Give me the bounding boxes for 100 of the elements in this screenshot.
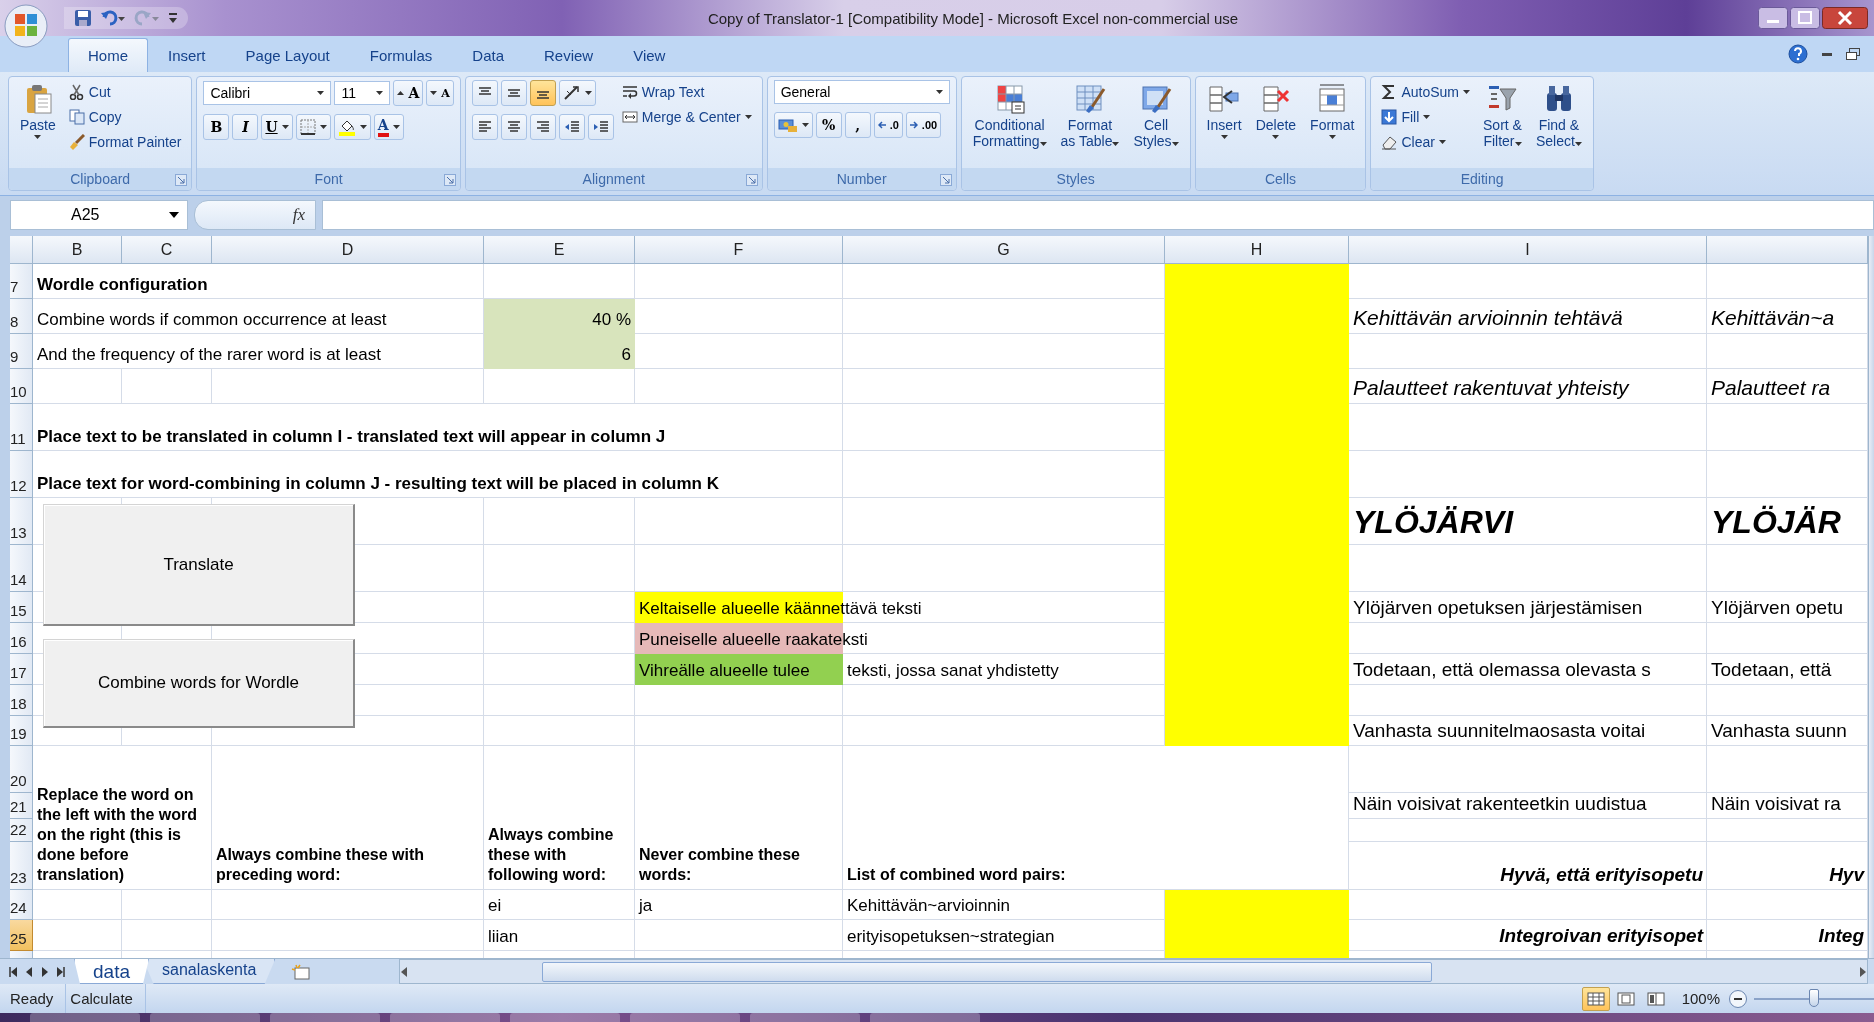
sort-filter-button[interactable]: Sort & Filter xyxy=(1478,80,1527,152)
dialog-launcher-icon[interactable] xyxy=(939,174,952,186)
column-header[interactable]: E xyxy=(484,236,635,264)
row-header[interactable]: 18 xyxy=(10,685,33,716)
row-header[interactable]: 19 xyxy=(10,716,33,746)
binoculars-button[interactable]: Find & Select xyxy=(1530,80,1587,152)
column-header[interactable]: G xyxy=(843,236,1165,264)
form-button[interactable]: Translate xyxy=(43,504,355,626)
currency-button[interactable] xyxy=(773,112,813,138)
row-header[interactable]: 25 xyxy=(10,920,33,951)
row-header[interactable]: 7 xyxy=(10,264,33,299)
redo-icon xyxy=(134,9,160,27)
ribbon-tab[interactable]: Insert xyxy=(148,38,226,72)
number-format-field[interactable]: General xyxy=(773,80,950,104)
dialog-launcher-icon[interactable] xyxy=(443,174,456,186)
sheet-tab[interactable]: data xyxy=(74,959,149,984)
orientation-button[interactable] xyxy=(558,80,596,106)
copy-button[interactable]: Copy xyxy=(64,106,186,128)
eraser-button[interactable]: Clear xyxy=(1377,131,1475,153)
row-header[interactable]: 15 xyxy=(10,592,33,623)
ribbon-tab[interactable]: Page Layout xyxy=(225,38,350,72)
row-header[interactable]: 11 xyxy=(10,404,33,451)
row-header[interactable]: 21 xyxy=(10,793,33,819)
grow-font-button[interactable]: A xyxy=(393,80,424,106)
row-header[interactable]: 17 xyxy=(10,654,33,685)
shrink-font-button[interactable]: A xyxy=(426,80,454,106)
column-header[interactable]: H xyxy=(1165,236,1349,264)
borders-button[interactable] xyxy=(295,114,331,140)
column-header[interactable]: D xyxy=(212,236,484,264)
new-sheet-icon[interactable] xyxy=(291,963,312,980)
column-header[interactable]: I xyxy=(1349,236,1707,264)
row-header[interactable]: 8 xyxy=(10,299,33,334)
font-size-field[interactable]: 11 xyxy=(334,81,391,105)
align-right-button[interactable] xyxy=(529,114,556,140)
horizontal-scrollbar[interactable] xyxy=(399,959,1868,984)
insert-cells-button[interactable]: Insert xyxy=(1201,80,1247,142)
italic-button[interactable]: I xyxy=(232,114,259,140)
column-header[interactable]: F xyxy=(635,236,843,264)
row-header[interactable]: 14 xyxy=(10,545,33,592)
top-align-button[interactable] xyxy=(471,80,498,106)
merge-center-button[interactable]: Merge & Center xyxy=(617,106,756,128)
increase-indent-button[interactable] xyxy=(587,114,614,140)
paintbrush-button[interactable]: Format Painter xyxy=(64,131,186,153)
ribbon-tab[interactable]: Home xyxy=(68,38,148,72)
zoom-out-icon[interactable] xyxy=(1728,988,1748,1009)
decrease-decimal-button[interactable]: .00 xyxy=(905,112,942,138)
bottom-align-button[interactable] xyxy=(529,80,556,106)
table-brush-button[interactable]: Format as Table xyxy=(1055,80,1125,152)
row-header[interactable]: 20 xyxy=(10,746,33,793)
row-header[interactable]: 10 xyxy=(10,369,33,404)
underline-button[interactable]: U xyxy=(261,114,293,140)
delete-cells-button[interactable]: Delete xyxy=(1250,80,1302,142)
ribbon-tab[interactable]: Formulas xyxy=(349,38,453,72)
scrollbar-thumb[interactable] xyxy=(542,961,1433,982)
paste-button[interactable]: Paste xyxy=(15,80,61,142)
row-header[interactable]: 16 xyxy=(10,623,33,654)
insert-function-button[interactable]: fx xyxy=(194,200,316,230)
conditional-formatting-button[interactable]: Conditional Formatting xyxy=(967,80,1052,152)
row-header[interactable]: 13 xyxy=(10,498,33,545)
comma-button[interactable]: , xyxy=(844,112,871,138)
previous-sheet-icon[interactable] xyxy=(24,965,34,978)
row-header[interactable]: 12 xyxy=(10,451,33,498)
font-name-field[interactable]: Calibri xyxy=(203,81,332,105)
cell-styles-button[interactable]: Cell Styles xyxy=(1128,80,1184,152)
dialog-launcher-icon[interactable] xyxy=(175,174,188,186)
row-header[interactable]: 9 xyxy=(10,334,33,369)
formula-input[interactable] xyxy=(322,200,1874,230)
row-header[interactable]: 24 xyxy=(10,890,33,920)
format-cells-button[interactable]: Format xyxy=(1305,80,1360,142)
fill-color-button[interactable] xyxy=(333,114,371,140)
name-box[interactable]: A25 xyxy=(10,200,188,230)
increase-decimal-button[interactable]: .0 xyxy=(873,112,903,138)
ribbon-tab[interactable]: View xyxy=(613,38,686,72)
font-color-button[interactable]: A xyxy=(373,114,404,140)
percent-button[interactable]: % xyxy=(815,112,842,138)
align-left-button[interactable] xyxy=(471,114,498,140)
center-button[interactable] xyxy=(500,114,527,140)
vertical-scrollbar[interactable] xyxy=(1868,236,1874,958)
normal-view-button[interactable] xyxy=(1581,986,1610,1011)
form-button[interactable]: Combine words for Wordle xyxy=(43,639,355,728)
next-sheet-icon[interactable] xyxy=(40,965,50,978)
sheet-view-icon xyxy=(1586,991,1605,1006)
decrease-indent-button[interactable] xyxy=(558,114,585,140)
wrap-text-button[interactable]: Wrap Text xyxy=(617,81,756,103)
dialog-launcher-icon[interactable] xyxy=(745,174,758,186)
scissors-button[interactable]: Cut xyxy=(64,81,186,103)
column-header[interactable]: C xyxy=(122,236,212,264)
cell-text: Palautteet rakentuvat yhteisty xyxy=(1353,376,1629,400)
column-header[interactable]: B xyxy=(33,236,122,264)
row-header[interactable]: 22 xyxy=(10,819,33,842)
row-header[interactable]: 23 xyxy=(10,842,33,890)
bold-button[interactable]: B xyxy=(203,114,230,140)
fill-down-button[interactable]: Fill xyxy=(1377,106,1475,128)
last-sheet-icon[interactable] xyxy=(56,965,66,978)
first-sheet-icon[interactable] xyxy=(8,965,18,978)
zoom-slider-thumb[interactable] xyxy=(1809,988,1819,1007)
ribbon-tab[interactable]: Review xyxy=(524,38,614,72)
sum-button[interactable]: AutoSum xyxy=(1377,81,1475,103)
ribbon-tab[interactable]: Data xyxy=(452,38,524,72)
middle-align-button[interactable] xyxy=(500,80,527,106)
